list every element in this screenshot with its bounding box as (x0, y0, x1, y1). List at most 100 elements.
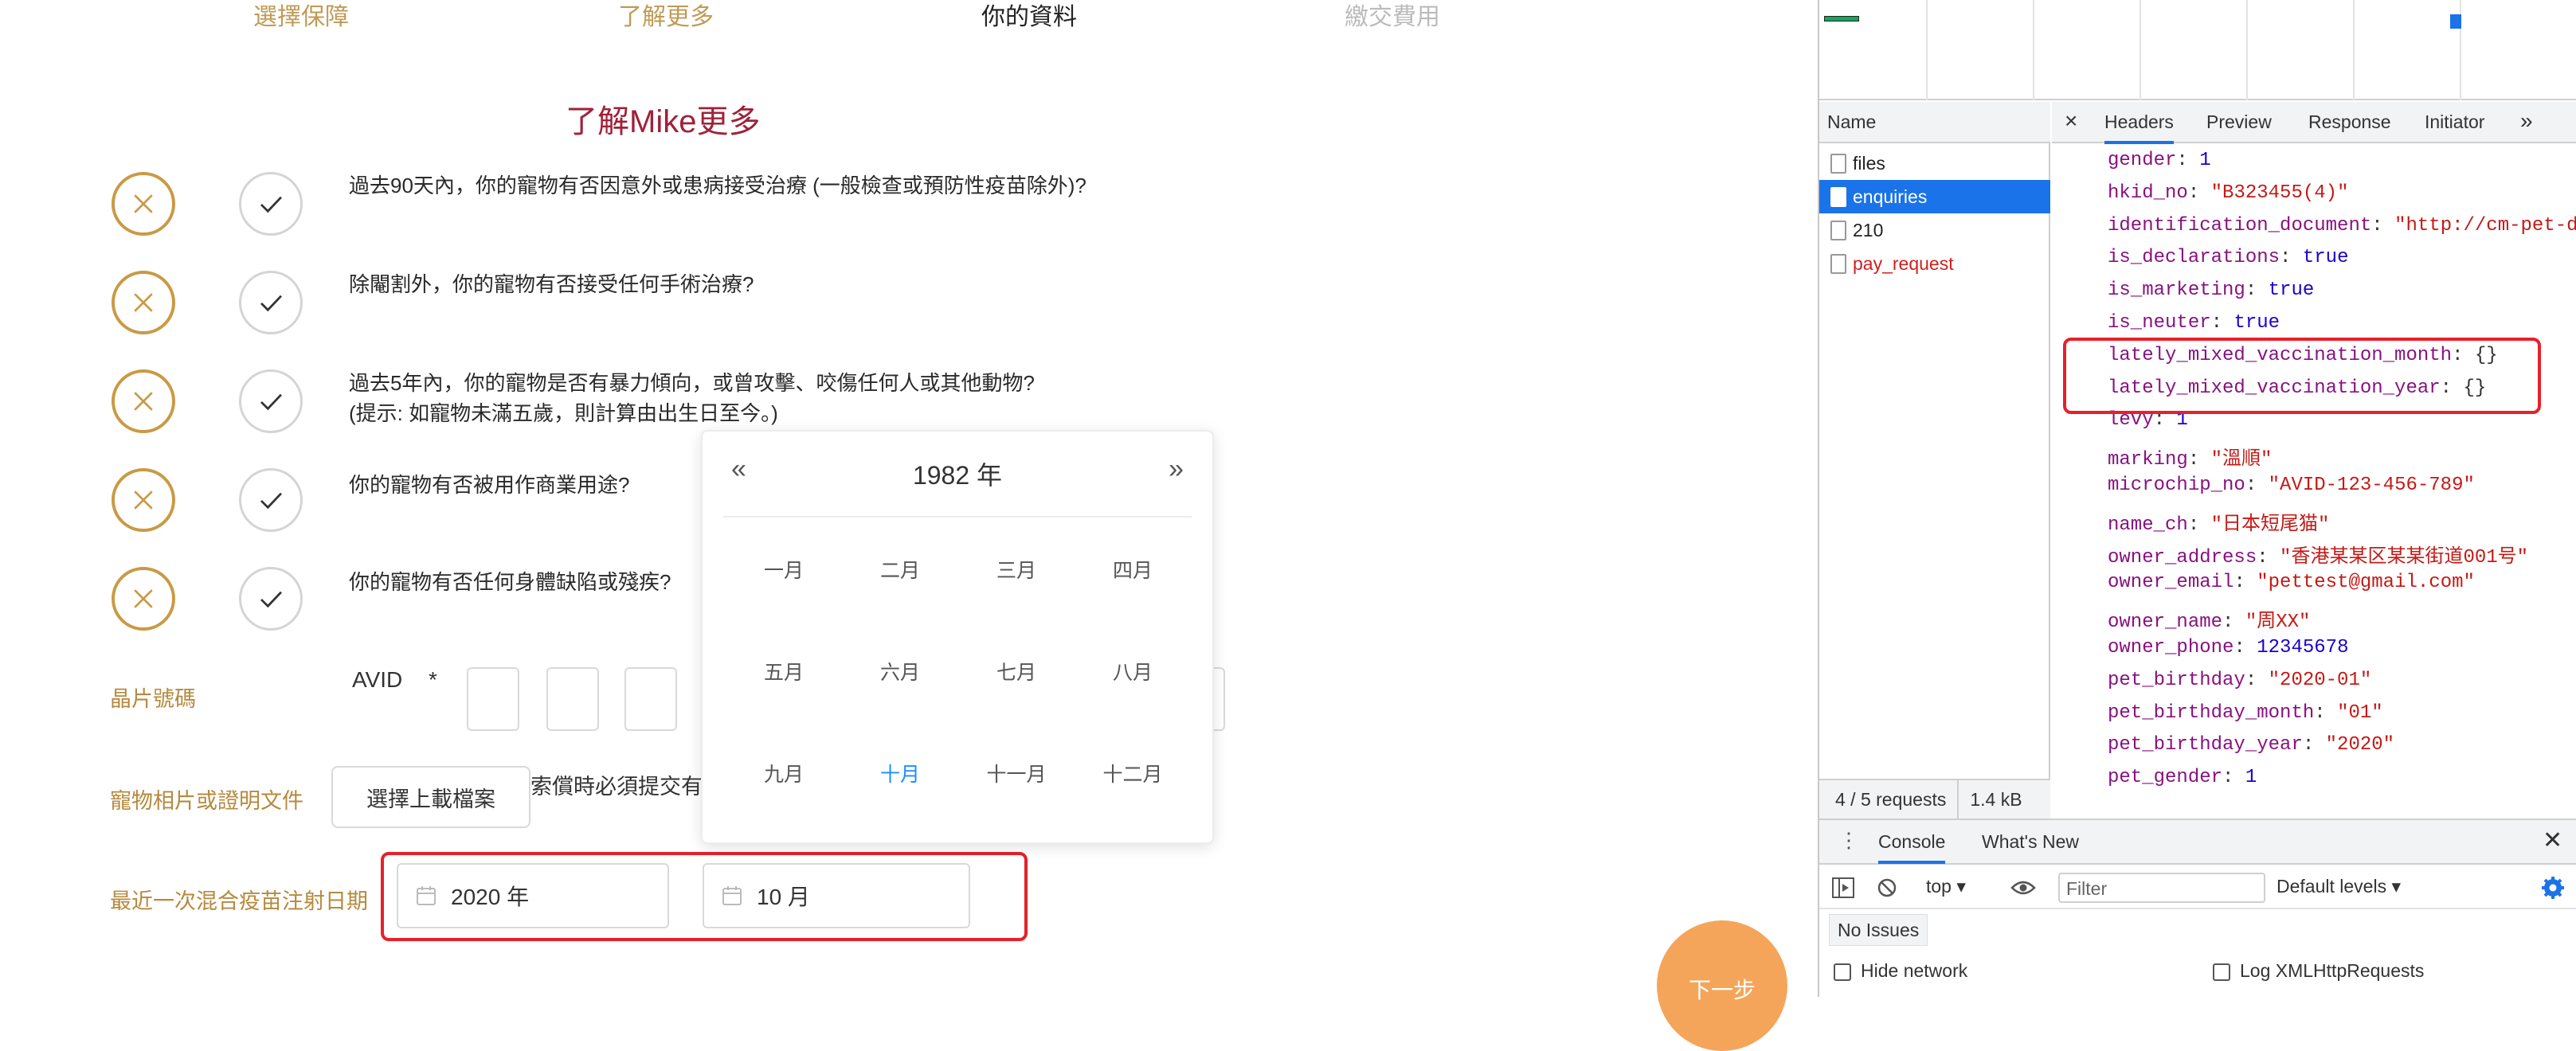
devtools-panel: Name files enquiries 210 pay_request 4 / 5 … (1818, 0, 2576, 997)
month-option[interactable]: 七月 (969, 657, 1064, 686)
upload-note: 索償時必須提交有 (530, 775, 703, 799)
eye-icon[interactable] (2010, 879, 2036, 897)
payload-key: owner_address (2108, 546, 2257, 568)
clear-console-icon[interactable] (1877, 877, 1897, 898)
checkmark-icon (260, 196, 282, 213)
step-choose-plan: 選擇保障 (253, 4, 349, 30)
upload-button[interactable]: 選擇上載檔案 (331, 766, 530, 828)
highlight-box-vaccination (2063, 338, 2541, 414)
month-option[interactable]: 十月 (852, 759, 948, 787)
answer-no-button[interactable] (112, 468, 175, 532)
file-icon (1830, 254, 1846, 274)
chip-input-2[interactable] (546, 667, 599, 731)
payload-value: "香港某某区某某街道001号" (2280, 546, 2529, 568)
month-option[interactable]: 十一月 (969, 759, 1064, 787)
payload-value: "http://cm-pet-d (2394, 214, 2576, 236)
picker-year[interactable]: 1982 年 (703, 455, 1212, 492)
payload-line: pet_gender: 1 (2108, 767, 2257, 789)
network-overview[interactable] (1819, 0, 2576, 100)
console-toolbar: top ▾ Filter Default levels ▾ (1819, 865, 2576, 909)
month-option[interactable]: 一月 (736, 555, 832, 584)
next-step-button[interactable]: 下一步 (1657, 920, 1787, 1051)
request-name: pay_request (1853, 252, 1954, 274)
answer-yes-button[interactable] (239, 271, 303, 334)
payload-key: owner_name (2108, 611, 2223, 634)
gear-icon[interactable] (2541, 876, 2565, 900)
request-count: 4 / 5 requests (1835, 788, 1947, 810)
request-row[interactable]: enquiries (1819, 180, 2050, 213)
payload-line: microchip_no: "AVID-123-456-789" (2108, 475, 2475, 496)
answer-no-button[interactable] (112, 271, 175, 334)
chip-input-3[interactable] (624, 667, 677, 731)
month-option[interactable]: 四月 (1085, 555, 1180, 584)
request-row[interactable]: 210 (1819, 213, 2050, 247)
checkmark-icon (260, 295, 282, 312)
payload-value: "2020" (2325, 734, 2395, 756)
tab-headers[interactable]: Headers (2104, 111, 2174, 144)
tab-initiator[interactable]: Initiator (2425, 111, 2484, 133)
chip-label: 晶片號碼 (110, 687, 196, 711)
divider (723, 516, 1192, 518)
answer-no-button[interactable] (112, 172, 175, 236)
month-option[interactable]: 九月 (736, 759, 832, 787)
hide-network-checkbox[interactable] (1834, 963, 1851, 981)
hide-network-label: Hide network (1861, 960, 1968, 981)
payload-key: pet_birthday_year (2108, 734, 2303, 756)
file-icon (1830, 187, 1846, 207)
answer-no-button[interactable] (112, 369, 175, 433)
payload-line: is_marketing: true (2108, 279, 2315, 302)
context-selector[interactable]: top ▾ (1926, 876, 1966, 897)
payload-line: owner_address: "香港某某区某某街道001号" (2108, 546, 2529, 568)
payload-line: name_ch: "日本短尾猫" (2108, 514, 2330, 536)
request-row[interactable]: pay_request (1819, 247, 2050, 280)
tab-console[interactable]: Console (1878, 831, 1946, 864)
payload-line: pet_birthday: "2020-01" (2108, 669, 2372, 691)
step-learn-more: 了解更多 (618, 4, 714, 30)
console-filter-input[interactable]: Filter (2058, 873, 2265, 903)
network-summary: 4 / 5 requests 1.4 kB (1819, 779, 2050, 819)
chip-input-1[interactable] (467, 667, 519, 731)
timeline-bar (2450, 14, 2461, 29)
sidebar-toggle-icon[interactable] (1832, 877, 1854, 898)
payload-view: gender: 1 hkid_no: "B323455(4)" identifica… (2052, 143, 2576, 819)
month-option[interactable]: 八月 (1085, 657, 1180, 686)
question-text: 你的寵物有否被用作商業用途? (349, 470, 629, 500)
file-icon (1830, 154, 1846, 174)
close-detail-button[interactable]: × (2065, 108, 2077, 134)
month-picker: « 1982 年 » 一月 二月 三月 四月 五月 六月 七月 八月 九月 十月 十一月 十二月 (701, 430, 1214, 844)
month-option[interactable]: 二月 (852, 555, 948, 584)
close-icon[interactable]: ✕ (2543, 826, 2562, 854)
payload-key: owner_email (2108, 572, 2234, 594)
answer-no-button[interactable] (112, 567, 175, 631)
month-option[interactable]: 十二月 (1085, 759, 1180, 787)
issues-badge[interactable]: No Issues (1829, 914, 1928, 946)
tab-preview[interactable]: Preview (2206, 111, 2272, 133)
step-payment: 繳交費用 (1345, 4, 1440, 30)
payload-key: gender (2108, 150, 2177, 171)
month-option[interactable]: 三月 (969, 555, 1064, 584)
file-icon (1830, 221, 1846, 240)
next-year-button[interactable]: » (1169, 454, 1184, 485)
answer-yes-button[interactable] (239, 172, 303, 236)
drawer-menu-icon[interactable]: ⋮ (1838, 828, 1859, 853)
log-xhr-checkbox[interactable] (2213, 963, 2230, 981)
payload-value: true (2268, 279, 2315, 302)
payload-line: hkid_no: "B323455(4)" (2108, 182, 2349, 204)
tab-whats-new[interactable]: What's New (1982, 831, 2079, 853)
log-levels-dropdown[interactable]: Default levels ▾ (2277, 876, 2401, 897)
payload-key: name_ch (2108, 514, 2188, 536)
request-name: files (1853, 152, 1885, 174)
month-option[interactable]: 五月 (736, 657, 832, 686)
question-text: 你的寵物有否任何身體缺陷或殘疾? (349, 567, 671, 597)
month-option[interactable]: 六月 (852, 657, 948, 686)
tab-response[interactable]: Response (2308, 111, 2391, 133)
answer-yes-button[interactable] (239, 369, 303, 433)
more-tabs-button[interactable]: » (2520, 108, 2533, 134)
chip-prefix: AVID (352, 667, 403, 692)
request-row[interactable]: files (1819, 147, 2050, 180)
name-column-header[interactable]: Name (1819, 102, 2050, 143)
question-text: 過去90天內，你的寵物有否因意外或患病接受治療 (一般檢查或預防性疫苗除外)? (349, 170, 1086, 201)
log-xhr-label: Log XMLHttpRequests (2240, 960, 2425, 981)
answer-yes-button[interactable] (239, 468, 303, 532)
answer-yes-button[interactable] (239, 567, 303, 631)
